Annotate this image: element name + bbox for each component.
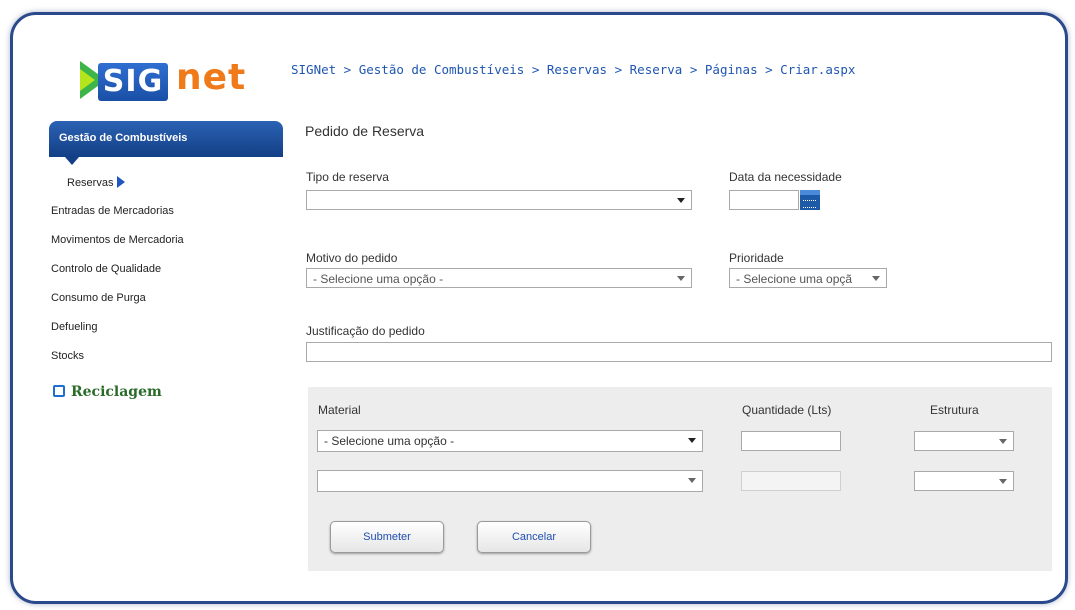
active-pointer-icon	[65, 157, 79, 165]
sidebar-item-stocks[interactable]: Stocks	[51, 350, 84, 362]
material-select[interactable]	[317, 470, 703, 492]
estrutura-select[interactable]	[914, 431, 1014, 451]
material-column-header: Material	[318, 403, 361, 417]
justificacao-label: Justificação do pedido	[306, 324, 425, 338]
page-title: Pedido de Reserva	[305, 123, 425, 139]
tipo-reserva-label: Tipo de reserva	[306, 170, 389, 184]
sidebar-item-label: Reservas	[67, 177, 114, 189]
prioridade-label: Prioridade	[729, 251, 784, 265]
breadcrumb[interactable]: SIGNet > Gestão de Combustíveis > Reserv…	[291, 62, 855, 77]
prioridade-select[interactable]: - Selecione uma opçã	[729, 268, 887, 288]
justificacao-input[interactable]	[306, 342, 1052, 362]
recycle-bin-icon	[53, 385, 65, 397]
estrutura-column-header: Estrutura	[930, 403, 979, 417]
chevron-down-icon	[999, 439, 1007, 444]
sidebar-item-defueling[interactable]: Defueling	[51, 321, 97, 333]
cancel-button[interactable]: Cancelar	[477, 521, 591, 553]
sidebar-item-reciclagem[interactable]: Reciclagem	[53, 384, 162, 400]
chevron-down-icon	[677, 276, 685, 281]
material-value: - Selecione uma opção -	[324, 434, 455, 448]
sidebar-item-reservas[interactable]: Reservas	[67, 176, 126, 189]
sidebar-section-gestao-combustiveis[interactable]: Gestão de Combustíveis	[49, 121, 283, 157]
chevron-down-icon	[872, 276, 880, 281]
motivo-pedido-label: Motivo do pedido	[306, 251, 398, 265]
sidebar-item-consumo-purga[interactable]: Consumo de Purga	[51, 292, 146, 304]
arrow-right-icon	[117, 176, 126, 188]
estrutura-select[interactable]	[914, 471, 1014, 491]
motivo-pedido-select[interactable]: - Selecione uma opção -	[306, 268, 692, 288]
chevron-down-icon	[688, 478, 696, 483]
data-necessidade-label: Data da necessidade	[729, 170, 842, 184]
tipo-reserva-select[interactable]	[306, 190, 692, 210]
sidebar-item-entradas[interactable]: Entradas de Mercadorias	[51, 205, 174, 217]
logo-net-text: net	[176, 57, 247, 98]
app-window: SIG net Gestão de Combustíveis Reservas …	[10, 12, 1068, 604]
motivo-pedido-value: - Selecione uma opção -	[313, 272, 444, 286]
quantidade-column-header: Quantidade (Lts)	[742, 403, 832, 417]
quantidade-input[interactable]	[741, 471, 841, 491]
chevron-down-icon	[688, 438, 696, 443]
reciclagem-label: Reciclagem	[71, 384, 162, 400]
sidebar-item-controlo-qualidade[interactable]: Controlo de Qualidade	[51, 263, 161, 275]
data-necessidade-input[interactable]	[729, 190, 799, 210]
chevron-down-icon	[677, 198, 685, 203]
material-select[interactable]: - Selecione uma opção -	[317, 430, 703, 452]
chevron-down-icon	[999, 479, 1007, 484]
calendar-icon[interactable]	[800, 190, 820, 210]
sidebar-section-label: Gestão de Combustíveis	[59, 132, 188, 144]
submit-button[interactable]: Submeter	[330, 521, 444, 553]
quantidade-input[interactable]	[741, 431, 841, 451]
signet-logo[interactable]: SIG net	[76, 55, 256, 109]
logo-sig-text: SIG	[98, 63, 168, 101]
materials-panel: Material Quantidade (Lts) Estrutura - Se…	[308, 387, 1052, 571]
sidebar-item-movimentos[interactable]: Movimentos de Mercadoria	[51, 234, 184, 246]
prioridade-value: - Selecione uma opçã	[736, 272, 853, 286]
